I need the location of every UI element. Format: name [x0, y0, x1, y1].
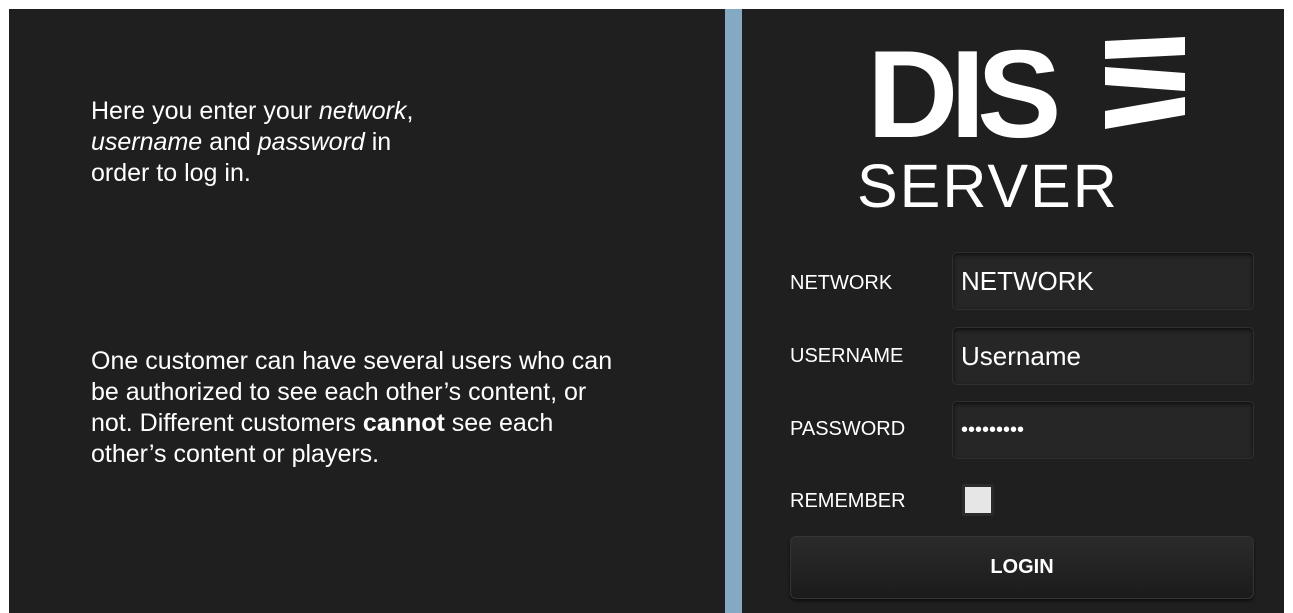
username-input[interactable]: [952, 327, 1254, 385]
login-instructions-text: Here you enter your network, username and…: [91, 97, 414, 187]
password-label: PASSWORD: [790, 418, 906, 440]
logo-server-text: SERVER: [857, 152, 1119, 220]
customer-info-text: One customer can have several users who …: [91, 347, 613, 468]
remember-label: REMEMBER: [790, 490, 906, 512]
logo-wordmark: DIS: [867, 26, 1062, 164]
network-label: NETWORK: [790, 272, 893, 294]
password-input[interactable]: [952, 401, 1254, 459]
network-input[interactable]: [952, 252, 1254, 310]
remember-checkbox[interactable]: [962, 484, 994, 516]
info-panel: Here you enter your network, username and…: [9, 9, 725, 613]
dise-server-logo: DIS SERVER: [857, 26, 1187, 225]
panel-divider: [725, 9, 742, 613]
logo-e-stripes-icon: [1105, 37, 1185, 129]
login-panel: DIS SERVER NETWORK USERNAME PASSWORD REM…: [742, 9, 1284, 613]
username-label: USERNAME: [790, 345, 904, 367]
login-button[interactable]: LOGIN: [790, 536, 1254, 599]
